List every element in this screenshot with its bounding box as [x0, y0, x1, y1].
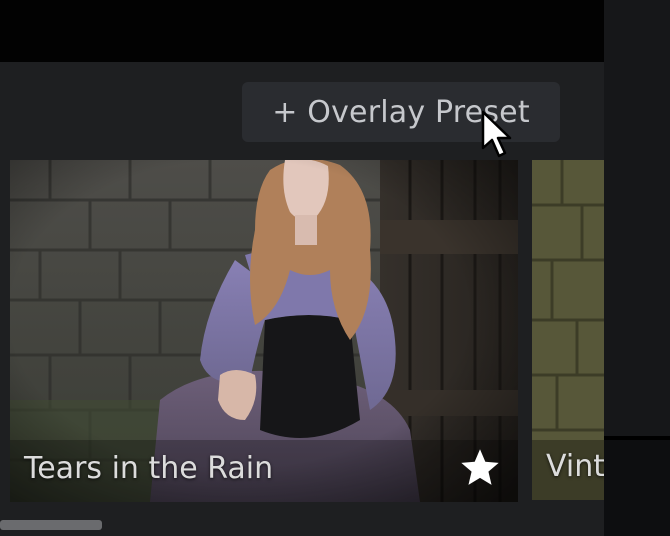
- preset-title: Vint: [546, 449, 604, 484]
- horizontal-scrollbar[interactable]: [0, 520, 102, 530]
- star-icon[interactable]: [458, 446, 502, 490]
- preset-card[interactable]: Tears in the Rain: [10, 160, 518, 502]
- preset-card[interactable]: Vint: [532, 160, 604, 500]
- side-panel: [604, 0, 670, 440]
- side-panel-bottom: [604, 440, 670, 536]
- top-bar: [0, 0, 604, 62]
- mouse-cursor-icon: [481, 110, 512, 158]
- presets-panel: + Overlay Preset Tears in the Rain Vint: [0, 0, 670, 536]
- preset-title: Tears in the Rain: [24, 451, 274, 486]
